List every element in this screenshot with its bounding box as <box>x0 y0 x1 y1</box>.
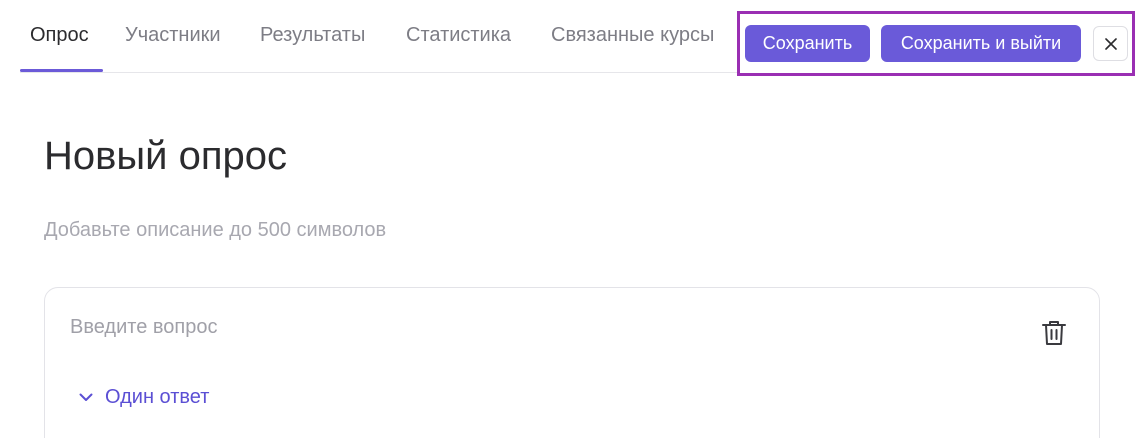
save-and-exit-button[interactable]: Сохранить и выйти <box>881 25 1081 62</box>
trash-icon[interactable] <box>1041 319 1067 347</box>
save-button[interactable]: Сохранить <box>745 25 870 62</box>
tab-participants[interactable]: Участники <box>125 24 221 47</box>
close-button[interactable] <box>1093 26 1128 61</box>
tab-results[interactable]: Результаты <box>260 24 365 47</box>
tab-related-courses[interactable]: Связанные курсы <box>551 24 714 47</box>
answer-type-label: Один ответ <box>105 386 210 408</box>
description-input[interactable]: Добавьте описание до 500 символов <box>44 219 386 242</box>
question-card: Введите вопрос Один ответ <box>44 287 1100 438</box>
survey-title[interactable]: Новый опрос <box>44 134 287 179</box>
chevron-down-icon <box>79 393 93 401</box>
tab-statistics[interactable]: Статистика <box>406 24 511 47</box>
survey-editor-page: Опрос Участники Результаты Статистика Св… <box>0 0 1142 438</box>
tab-survey[interactable]: Опрос <box>30 24 89 47</box>
question-input[interactable]: Введите вопрос <box>70 316 217 339</box>
close-icon <box>1104 37 1117 50</box>
actions-group: Сохранить Сохранить и выйти <box>737 11 1135 76</box>
answer-type-dropdown[interactable]: Один ответ <box>79 386 209 409</box>
active-tab-indicator <box>20 69 103 72</box>
